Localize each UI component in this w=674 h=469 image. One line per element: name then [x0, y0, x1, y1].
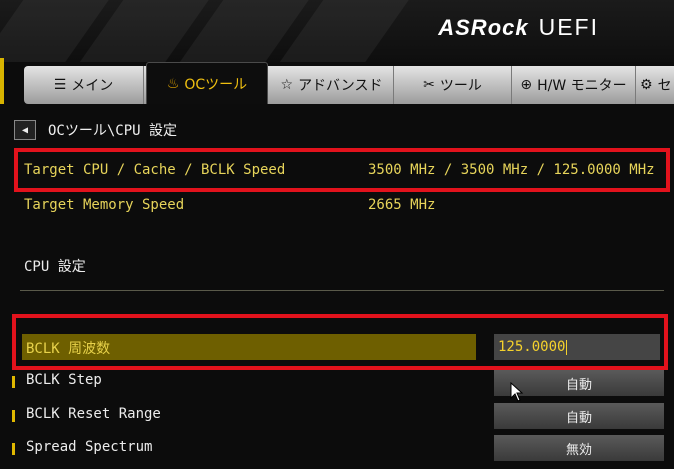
- flame-icon: ♨: [166, 75, 180, 92]
- tab-tools[interactable]: ✂ ツール: [394, 66, 512, 104]
- tab-label: セ: [657, 78, 672, 94]
- bclk-reset-range-value: 自動: [565, 410, 592, 426]
- bclk-reset-range-select[interactable]: 自動: [494, 403, 664, 429]
- back-button[interactable]: ◀: [14, 120, 36, 140]
- bclk-step-label: BCLK Step: [26, 372, 102, 388]
- spread-spectrum-select[interactable]: 無効: [494, 435, 664, 461]
- star-icon: ☆: [280, 77, 294, 93]
- main-tab-bar: ☰ メイン ♨ OCツール ☆ アドバンスド ✂ ツール ⊕ H/W モニター …: [24, 62, 674, 104]
- tab-hw-monitor[interactable]: ⊕ H/W モニター: [512, 66, 636, 104]
- tab-label: OCツール: [184, 76, 248, 93]
- option-marker: [12, 410, 15, 422]
- header-bar: ASRock UEFI: [0, 0, 674, 62]
- option-marker: [12, 443, 15, 455]
- tools-icon: ✂: [423, 77, 435, 93]
- gear-icon: ⚙: [640, 77, 653, 93]
- spread-spectrum-value: 無効: [565, 442, 592, 458]
- breadcrumb-text: OCツール\CPU 設定: [48, 123, 178, 139]
- option-marker: [12, 376, 15, 388]
- tab-label: ツール: [439, 78, 482, 94]
- tab-advanced[interactable]: ☆ アドバンスド: [270, 66, 394, 104]
- tab-label: H/W モニター: [537, 78, 627, 94]
- monitor-icon: ⊕: [520, 77, 533, 93]
- target-memory-value: 2665 MHz: [368, 197, 436, 213]
- brand-logo: ASRock UEFI: [438, 14, 599, 41]
- breadcrumb: ◀ OCツール\CPU 設定: [14, 118, 177, 142]
- bclk-step-value: 自動: [565, 377, 592, 393]
- tab-security[interactable]: ⚙ セ: [636, 66, 674, 104]
- target-memory-label: Target Memory Speed: [24, 197, 185, 213]
- product-name: UEFI: [538, 14, 599, 40]
- tab-oc-tools[interactable]: ♨ OCツール: [146, 62, 268, 104]
- highlight-box-bclk: [12, 314, 668, 370]
- tab-main[interactable]: ☰ メイン: [24, 66, 144, 104]
- tab-label: アドバンスド: [298, 78, 383, 94]
- section-title: CPU 設定: [24, 259, 86, 275]
- tab-label: メイン: [71, 78, 114, 94]
- list-icon: ☰: [53, 77, 67, 93]
- back-arrow-icon: ◀: [21, 124, 29, 136]
- bclk-reset-range-label: BCLK Reset Range: [26, 406, 161, 422]
- section-divider: [20, 290, 664, 291]
- brand-name: ASRock: [438, 15, 529, 40]
- highlight-box-cpu-speed: [14, 148, 670, 192]
- left-accent-bar: [0, 58, 4, 104]
- mouse-pointer-icon: [510, 382, 524, 402]
- spread-spectrum-label: Spread Spectrum: [26, 439, 153, 455]
